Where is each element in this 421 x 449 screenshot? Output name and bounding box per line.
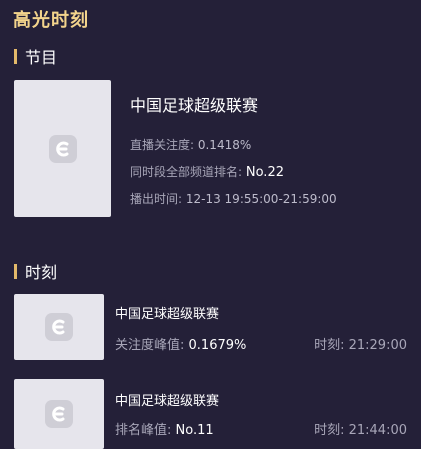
attention-label: 直播关注度: [130,138,198,152]
metric-value: No.11 [175,423,214,438]
moment-time: 时刻: 21:44:00 [314,419,407,438]
section-marker [14,48,17,64]
airtime-label: 播出时间: [130,192,186,206]
moment-metric: 排名峰值: No.11 [115,419,214,438]
metric-value: 0.1679% [188,338,247,353]
time-label: 时刻: [314,423,349,438]
app-logo-icon [48,134,77,163]
metric-label: 排名峰值: [115,423,176,438]
moments-section-label: 时刻 [25,263,58,282]
program-section-header: 节目 [14,44,57,68]
app-logo-icon [45,400,73,428]
attention-value: 0.1418% [197,138,252,152]
moment-title[interactable]: 中国足球超级联赛 [115,303,219,322]
moment-time: 时刻: 21:29:00 [314,334,407,353]
airtime-value: 12-13 19:55:00-21:59:00 [185,192,337,206]
app-logo-icon [45,313,73,341]
program-attention: 直播关注度: 0.1418% [130,136,251,153]
program-thumbnail[interactable] [14,80,111,217]
program-airtime: 播出时间: 12-13 19:55:00-21:59:00 [130,190,337,207]
moments-section-header: 时刻 [14,259,57,283]
page-title: 高光时刻 [13,10,89,31]
moment-thumbnail[interactable] [14,379,104,449]
time-value: 21:29:00 [348,338,407,353]
rank-label: 同时段全部频道排名: [130,165,246,179]
rank-value: No.22 [245,165,284,180]
program-rank: 同时段全部频道排名: No.22 [130,163,284,180]
moment-thumbnail[interactable] [14,294,104,360]
time-value: 21:44:00 [348,423,407,438]
moment-metric: 关注度峰值: 0.1679% [115,334,246,353]
program-title[interactable]: 中国足球超级联赛 [130,92,258,116]
metric-label: 关注度峰值: [115,338,189,353]
time-label: 时刻: [314,338,349,353]
program-section-label: 节目 [25,48,58,67]
section-marker [14,263,17,279]
moment-title[interactable]: 中国足球超级联赛 [115,390,219,409]
